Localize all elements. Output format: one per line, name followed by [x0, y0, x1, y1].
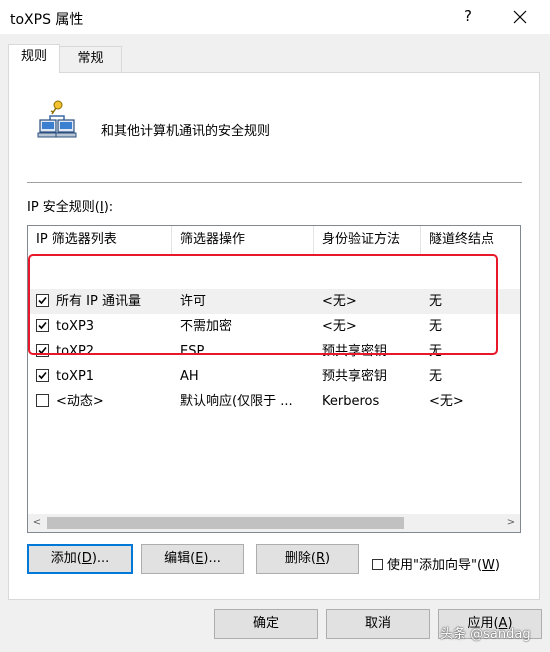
cell-auth: 预共享密钥 [322, 344, 388, 359]
column-filter-list[interactable]: IP 筛选器列表 [28, 226, 172, 256]
row-checkbox[interactable] [36, 394, 49, 407]
cell-tunnel: 无 [429, 369, 443, 384]
cell-auth: <无> [322, 294, 357, 309]
cell-tunnel: 无 [429, 319, 443, 334]
window-title: toXPS 属性 [10, 12, 84, 28]
table-row[interactable]: 所有 IP 通讯量 许可 <无> 无 [28, 289, 520, 314]
cell-filter-action: ESP [180, 344, 205, 359]
cell-filter-action: 不需加密 [180, 319, 233, 334]
separator [27, 182, 522, 183]
title-bar: toXPS 属性 ? [0, 0, 550, 34]
cell-tunnel: <无> [429, 394, 464, 409]
cell-filter-list: toXP1 [56, 369, 95, 384]
cell-auth: Kerberos [322, 394, 380, 409]
scroll-left-button[interactable]: < [28, 514, 46, 532]
cell-auth: <无> [322, 319, 357, 334]
add-button[interactable]: 添加(D)... [27, 544, 133, 574]
table-row[interactable]: toXP3 不需加密 <无> 无 [28, 314, 520, 339]
ip-rules-label: IP 安全规则(I): [27, 200, 114, 215]
checkmark-icon [38, 346, 47, 355]
cancel-button[interactable]: 取消 [326, 609, 430, 639]
checkmark-icon [38, 371, 47, 380]
cell-filter-list: toXP2 [56, 344, 95, 359]
column-auth-method[interactable]: 身份验证方法 [314, 226, 421, 256]
use-wizard-checkbox[interactable]: 使用"添加向导"(W) [372, 554, 500, 573]
dialog-body: 规则 常规 和其他计算机通讯的安全规则 IP 安全规则(I): IP 筛选器列表… [0, 34, 550, 652]
close-icon [513, 10, 527, 24]
ok-button[interactable]: 确定 [214, 609, 318, 639]
help-button[interactable]: ? [458, 7, 478, 25]
row-checkbox[interactable] [36, 344, 49, 357]
tab-general[interactable]: 常规 [60, 46, 122, 72]
ip-rules-list[interactable]: IP 筛选器列表 筛选器操作 身份验证方法 隧道终结点 所有 IP 通讯量 许可… [27, 225, 521, 533]
cell-filter-list: 所有 IP 通讯量 [56, 294, 141, 309]
cell-tunnel: 无 [429, 294, 443, 309]
scroll-right-button[interactable]: > [502, 514, 520, 532]
cell-tunnel: 无 [429, 344, 443, 359]
list-header: IP 筛选器列表 筛选器操作 身份验证方法 隧道终结点 [28, 226, 520, 256]
edit-button[interactable]: 编辑(E)... [141, 544, 244, 574]
cell-filter-list: toXP3 [56, 319, 95, 334]
tab-rules[interactable]: 规则 [8, 44, 60, 73]
checkmark-icon [38, 296, 47, 305]
cell-filter-action: 许可 [180, 294, 207, 309]
cell-filter-action: 默认响应(仅限于 ... [180, 394, 293, 409]
column-filter-action[interactable]: 筛选器操作 [172, 226, 314, 256]
cell-auth: 预共享密钥 [322, 369, 388, 384]
column-tunnel-endpoint[interactable]: 隧道终结点 [421, 226, 520, 256]
row-checkbox[interactable] [36, 369, 49, 382]
table-row[interactable]: toXP2 ESP 预共享密钥 无 [28, 339, 520, 364]
horizontal-scrollbar[interactable]: < > [28, 514, 520, 532]
cell-filter-action: AH [180, 369, 199, 384]
row-checkbox[interactable] [36, 319, 49, 332]
close-button[interactable] [505, 3, 535, 31]
checkmark-icon [38, 321, 47, 330]
remove-button[interactable]: 删除(R) [256, 544, 359, 574]
cell-filter-list: <动态> [56, 394, 104, 409]
row-checkbox[interactable] [36, 294, 49, 307]
scroll-thumb[interactable] [47, 517, 404, 529]
table-row[interactable]: <动态> 默认响应(仅限于 ... Kerberos <无> [28, 389, 520, 414]
wizard-checkbox-box[interactable] [372, 559, 383, 570]
computers-key-icon [32, 98, 80, 142]
table-row[interactable]: toXP1 AH 预共享密钥 无 [28, 364, 520, 389]
watermark: 头条 @sandag [440, 627, 531, 642]
rules-description: 和其他计算机通讯的安全规则 [101, 124, 271, 139]
